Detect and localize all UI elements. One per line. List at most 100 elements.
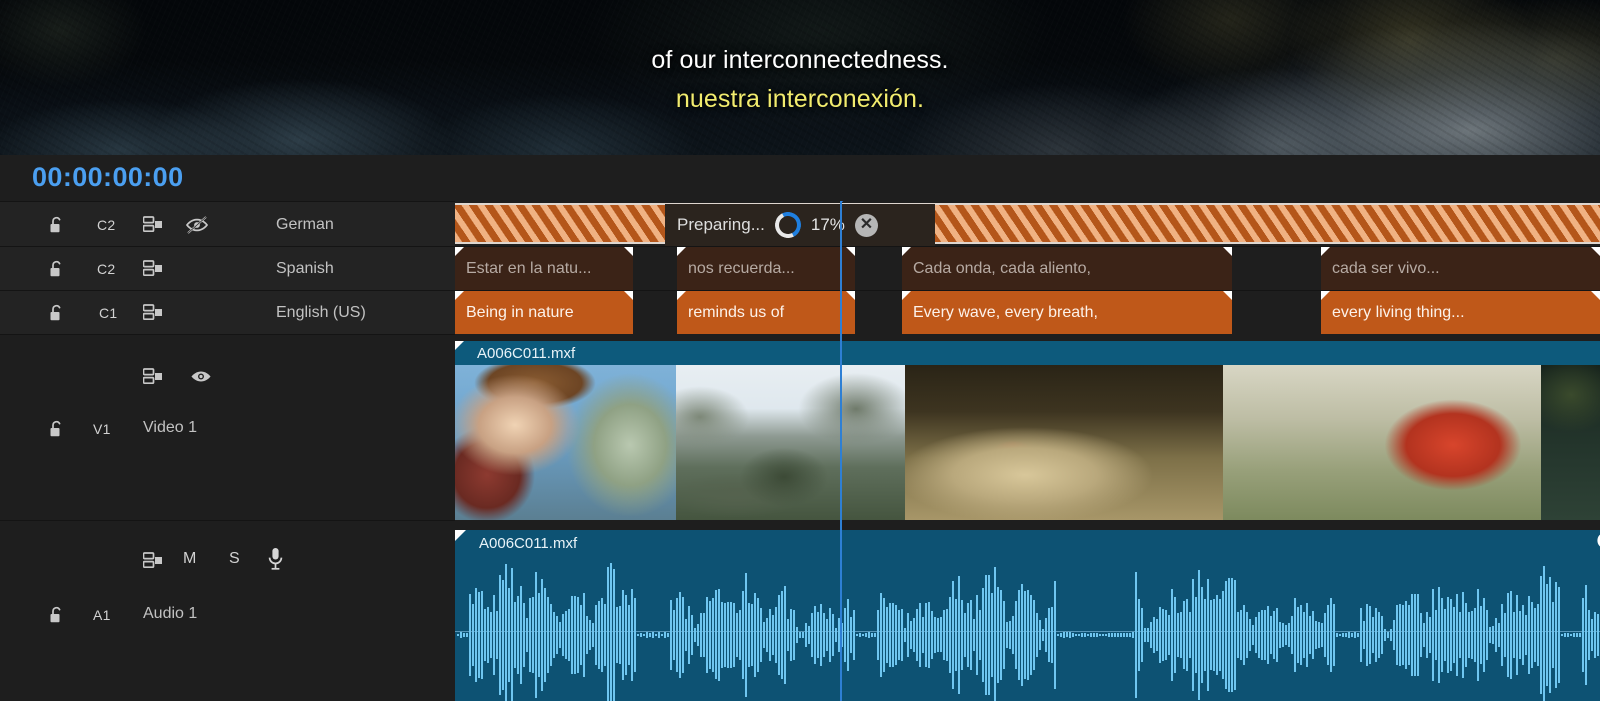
waveform-bar xyxy=(1516,594,1518,676)
track-row-video-1[interactable]: A006C011.mxf xyxy=(455,335,1600,520)
waveform-bar xyxy=(1354,632,1356,638)
track-name-english[interactable]: English (US) xyxy=(276,304,366,322)
waveform-bar xyxy=(1309,616,1311,654)
playhead-timecode[interactable]: 00:00:00:00 xyxy=(32,162,184,193)
waveform-bar xyxy=(1219,598,1221,671)
target-track-icon[interactable] xyxy=(143,368,164,385)
unlocked-lock-icon[interactable] xyxy=(46,303,66,323)
waveform-bar xyxy=(748,602,750,668)
solo-button[interactable]: S xyxy=(229,550,240,568)
track-header-spanish[interactable]: C2 Spanish xyxy=(0,246,455,290)
unlocked-lock-icon[interactable] xyxy=(46,419,66,439)
track-name-spanish[interactable]: Spanish xyxy=(276,260,334,278)
waveform-bar xyxy=(721,601,723,669)
waveform-bar xyxy=(814,605,816,664)
progress-label: Preparing... xyxy=(677,215,765,234)
waveform-bar xyxy=(1480,606,1482,664)
caption-clip-english[interactable]: Every wave, every breath, xyxy=(902,291,1232,334)
waveform-bar xyxy=(1114,632,1116,638)
waveform-bar xyxy=(1498,622,1500,648)
program-monitor[interactable]: of our interconnectedness. nuestra inter… xyxy=(0,0,1600,155)
audio-clip-a006c011[interactable]: A006C011.mxf xyxy=(455,530,1600,701)
track-row-german[interactable]: Preparing... 17% ✕ xyxy=(455,201,1600,246)
waveform-bar xyxy=(1315,621,1317,649)
waveform-bar xyxy=(1102,633,1104,637)
video-clip-a006c011[interactable]: A006C011.mxf xyxy=(455,341,1600,520)
waveform-bar xyxy=(1486,609,1488,661)
close-circle-icon[interactable]: ✕ xyxy=(854,213,878,237)
waveform-bar xyxy=(754,593,756,677)
timecode-bar[interactable]: 00:00:00:00 xyxy=(0,155,1600,201)
waveform-bar xyxy=(1294,598,1296,672)
waveform-bar xyxy=(481,591,483,679)
caption-clip-spanish[interactable]: Estar en la natu... xyxy=(455,247,633,290)
waveform-bar xyxy=(898,609,900,661)
target-track-icon[interactable] xyxy=(143,552,164,569)
waveform-bar xyxy=(1537,603,1539,667)
waveform-bar xyxy=(631,588,633,682)
target-track-icon[interactable] xyxy=(143,216,164,233)
target-track-icon[interactable] xyxy=(143,304,164,321)
track-row-english[interactable]: Being in nature reminds us of Every wave, … xyxy=(455,290,1600,334)
waveform-bar xyxy=(1579,633,1581,637)
waveform-bar xyxy=(1066,632,1068,638)
waveform-bar xyxy=(1261,610,1263,660)
timeline-tracks-area[interactable]: Preparing... 17% ✕ Estar en la natu... no… xyxy=(455,201,1600,701)
caption-clip-english[interactable]: every living thing... xyxy=(1321,291,1600,334)
playhead-line[interactable] xyxy=(840,201,842,701)
waveform-bar xyxy=(985,575,987,695)
waveform-bar xyxy=(634,598,636,672)
caption-clip-spanish[interactable]: nos recuerda... xyxy=(677,247,855,290)
waveform-bar xyxy=(1189,612,1191,658)
caption-clip-english[interactable]: Being in nature xyxy=(455,291,633,334)
waveform-bar xyxy=(1006,621,1008,649)
caption-clip-spanish[interactable]: Cada onda, cada aliento, xyxy=(902,247,1232,290)
track-header-audio-1[interactable]: M S A1 Audio 1 xyxy=(0,520,455,701)
waveform-bar xyxy=(994,567,996,701)
waveform-bar xyxy=(1318,621,1320,649)
waveform-bar xyxy=(1549,576,1551,694)
track-header-german[interactable]: C2 German xyxy=(0,201,455,246)
track-header-english[interactable]: C1 English (US) xyxy=(0,290,455,334)
waveform-bar xyxy=(1429,616,1431,654)
unlocked-lock-icon[interactable] xyxy=(46,259,66,279)
waveform-bar xyxy=(850,617,852,653)
caption-clip-english[interactable]: reminds us of xyxy=(677,291,855,334)
waveform-bar xyxy=(1147,628,1149,642)
waveform-bar xyxy=(853,609,855,661)
unlocked-lock-icon[interactable] xyxy=(46,605,66,625)
track-name-german[interactable]: German xyxy=(276,216,334,234)
track-header-video-1[interactable]: V1 Video 1 xyxy=(0,334,455,520)
microphone-icon[interactable] xyxy=(266,547,285,571)
waveform-bar xyxy=(1324,612,1326,658)
waveform-bar xyxy=(652,632,654,638)
waveform-bar xyxy=(553,612,555,658)
waveform-bar xyxy=(1162,608,1164,662)
eye-off-icon[interactable] xyxy=(185,215,209,235)
waveform-bar xyxy=(1069,632,1071,638)
clip-fx-corner-icon xyxy=(624,247,633,256)
waveform-bar xyxy=(997,587,999,683)
track-name-video-1[interactable]: Video 1 xyxy=(143,419,197,437)
eye-icon[interactable] xyxy=(189,368,213,385)
waveform-bar xyxy=(1183,600,1185,670)
waveform-bar xyxy=(595,605,597,665)
waveform-bar xyxy=(1393,620,1395,650)
waveform-bar xyxy=(1297,607,1299,663)
mute-button[interactable]: M xyxy=(183,550,197,568)
target-track-icon[interactable] xyxy=(143,260,164,277)
waveform-bar xyxy=(1186,598,1188,672)
caption-clip-spanish[interactable]: cada ser vivo... xyxy=(1321,247,1600,290)
unlocked-lock-icon[interactable] xyxy=(46,215,66,235)
waveform-bar xyxy=(1381,615,1383,655)
track-row-spanish[interactable]: Estar en la natu... nos recuerda... Cada o… xyxy=(455,246,1600,290)
waveform-bar xyxy=(484,608,486,662)
timeline-panel[interactable]: 00:00:00:00 C2 German C2 Spanish C1 Engl… xyxy=(0,155,1600,701)
video-thumbnail xyxy=(1223,365,1542,520)
clip-fx-corner-icon xyxy=(1591,247,1600,256)
waveform-bar xyxy=(1501,604,1503,666)
track-name-audio-1[interactable]: Audio 1 xyxy=(143,605,197,623)
waveform-bar xyxy=(478,591,480,679)
track-row-audio-1[interactable]: A006C011.mxf xyxy=(455,520,1600,701)
waveform-bar xyxy=(1594,612,1596,658)
